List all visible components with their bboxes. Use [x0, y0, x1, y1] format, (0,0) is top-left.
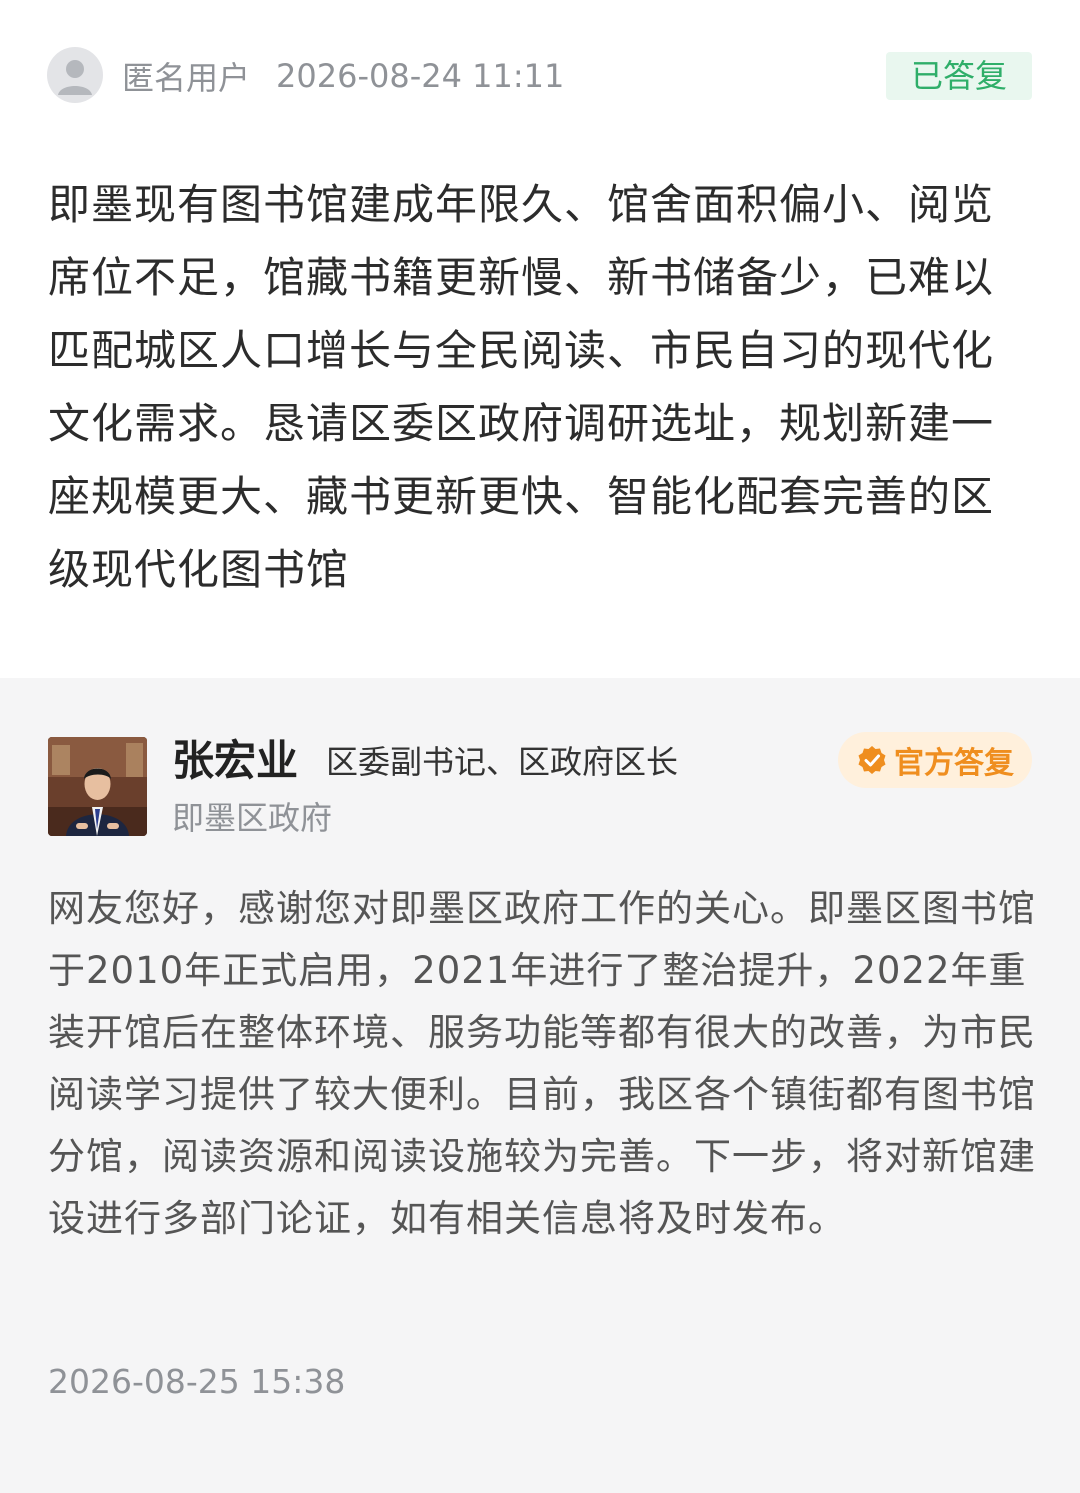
- status-badge: 已答复: [886, 52, 1032, 100]
- message-detail-page: 匿名用户 2026-08-24 11:11 已答复 即墨现有图书馆建成年限久、馆…: [0, 0, 1080, 1493]
- anonymous-user-icon: [47, 47, 103, 103]
- verified-check-icon: [858, 746, 886, 774]
- reply-text: 网友您好，感谢您对即墨区政府工作的关心。即墨区图书馆于2010年正式启用，202…: [48, 887, 1036, 1240]
- official-reply-badge: 官方答复: [838, 732, 1032, 788]
- question-timestamp: 2026-08-24 11:11: [276, 57, 565, 95]
- question-meta: 匿名用户 2026-08-24 11:11: [122, 52, 564, 100]
- official-organization: 即墨区政府: [172, 799, 333, 837]
- official-title: 区委副书记、区政府区长: [326, 743, 679, 781]
- official-avatar[interactable]: [48, 737, 147, 836]
- official-reply-label: 官方答复: [894, 746, 1014, 781]
- reply-timestamp: 2026-08-25 15:38: [48, 1362, 346, 1401]
- question-section: 匿名用户 2026-08-24 11:11 已答复 即墨现有图书馆建成年限久、馆…: [0, 0, 1080, 678]
- question-text: 即墨现有图书馆建成年限久、馆舍面积偏小、阅览席位不足，馆藏书籍更新慢、新书储备少…: [48, 180, 995, 594]
- user-name: 匿名用户: [122, 59, 251, 97]
- reply-section: 张宏业 区委副书记、区政府区长 即墨区政府 官方答复 网友您好，感谢您对即墨区政…: [0, 678, 1080, 1493]
- official-name: 张宏业: [172, 736, 299, 785]
